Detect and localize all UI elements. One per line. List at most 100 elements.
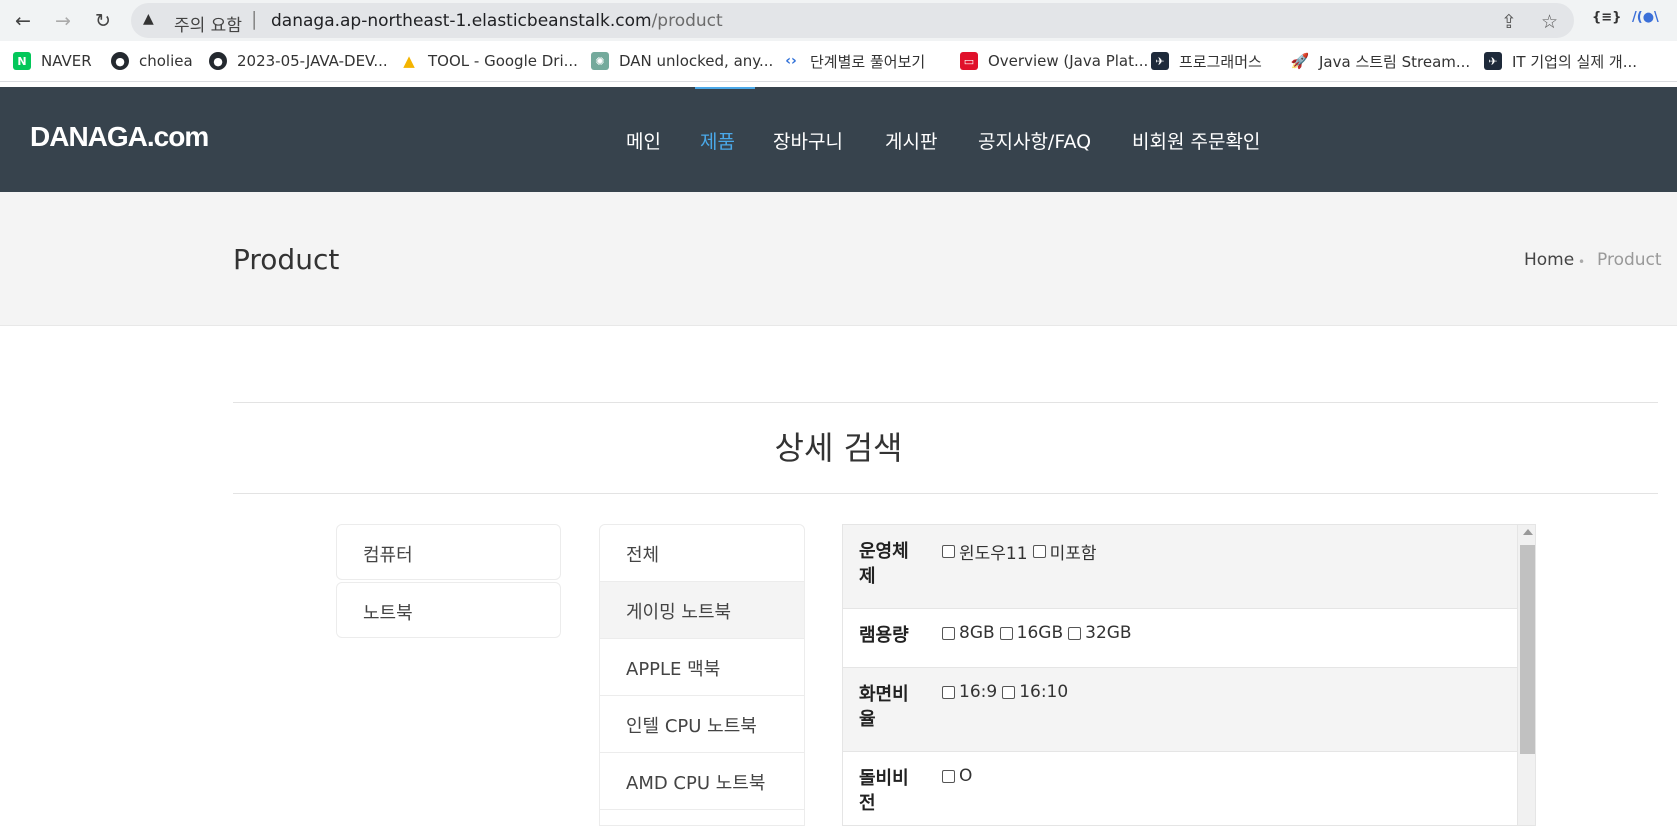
browser-toolbar: ← → ↻ ▲ 주의 요함 | danaga.ap-northeast-1.el… (0, 0, 1677, 41)
scroll-up-icon[interactable] (1523, 529, 1533, 535)
menu-main[interactable]: 메인 (626, 127, 661, 154)
option-label: 32GB (1085, 623, 1132, 643)
bookmark-chatgpt[interactable]: ✺ DAN unlocked, any... (591, 51, 773, 71)
bookmark-programmers[interactable]: ✈ 프로그래머스 (1151, 51, 1262, 71)
scroll-thumb[interactable] (1520, 545, 1535, 754)
breadcrumb-home[interactable]: Home (1524, 250, 1574, 270)
page-title: Product (233, 243, 340, 276)
warning-icon[interactable]: ▲ (143, 11, 154, 27)
bookmark-label: 2023-05-JAVA-DEV... (237, 52, 388, 70)
filter-row-dolby-vision: 돌비비전 O (843, 752, 1517, 825)
bookmark-label: 단계별로 풀어보기 (810, 52, 926, 71)
menu-notice-faq[interactable]: 공지사항/FAQ (978, 127, 1091, 154)
url-path: /product (651, 11, 723, 31)
checkbox[interactable] (1032, 545, 1046, 558)
filter-label: 돌비비전 (859, 768, 909, 814)
filter-row-os: 운영체제 윈도우11 미포함 (843, 525, 1517, 609)
back-icon[interactable]: ← (10, 8, 36, 34)
bookmark-google-drive[interactable]: ▲ TOOL - Google Dri... (400, 51, 578, 71)
breadcrumb-current: Product (1597, 250, 1662, 270)
bookmark-java-docs[interactable]: ▭ Overview (Java Plat... (960, 51, 1148, 71)
checkbox[interactable] (942, 545, 955, 558)
option-label: O (959, 766, 973, 786)
star-icon[interactable]: ☆ (1541, 11, 1558, 33)
extension-json-icon[interactable]: {≡} (1592, 10, 1621, 25)
security-label[interactable]: 주의 요함 (174, 11, 242, 36)
category-notebook[interactable]: 노트북 (336, 582, 561, 638)
bookmark-label: 프로그래머스 (1179, 52, 1262, 71)
bookmark-label: choliea (139, 52, 193, 70)
programmers-icon: ✈ (1484, 52, 1502, 70)
bookmark-baekjoon[interactable]: ‹› 단계별로 풀어보기 (782, 51, 925, 71)
page-title-band: Product Home • Product (0, 192, 1677, 326)
share-icon[interactable]: ⇪ (1501, 11, 1517, 33)
url-text[interactable]: danaga.ap-northeast-1.elasticbeanstalk.c… (271, 11, 723, 31)
checkbox[interactable] (942, 626, 955, 640)
bookmark-label: Java 스트림 Stream... (1319, 52, 1471, 71)
subcategory-all[interactable]: 전체 (600, 525, 804, 582)
checkbox[interactable] (1068, 626, 1082, 640)
forward-icon[interactable]: → (50, 8, 76, 34)
code-icon: ‹› (785, 53, 797, 69)
menu-board[interactable]: 게시판 (885, 127, 937, 154)
programmers-icon: ✈ (1151, 52, 1169, 70)
checkbox[interactable] (942, 769, 955, 783)
option-label: 윈도우11 (959, 544, 1028, 564)
url-separator: | (251, 8, 258, 30)
filter-options: 윈도우11 미포함 (942, 539, 1101, 564)
filter-row-aspect-ratio: 화면비율 16:9 16:10 (843, 668, 1517, 752)
active-menu-indicator (695, 87, 755, 89)
naver-icon: N (13, 52, 31, 70)
menu-cart[interactable]: 장바구니 (773, 127, 843, 154)
option-label: 8GB (959, 623, 995, 643)
subcategory-gaming-notebook[interactable]: 게이밍 노트북 (600, 582, 804, 639)
github-icon: ● (111, 52, 129, 70)
subcategory-intel-cpu[interactable]: 인텔 CPU 노트북 (600, 696, 804, 753)
github-icon: ● (209, 52, 227, 70)
filter-label: 운영체제 (859, 541, 909, 587)
filter-row-ram: 램용량 8GB 16GB 32GB (843, 609, 1517, 668)
bookmark-label: NAVER (41, 52, 92, 70)
site-logo[interactable]: DANAGA.com (30, 121, 209, 153)
reload-icon[interactable]: ↻ (90, 8, 116, 34)
bookmark-label: Overview (Java Plat... (988, 52, 1149, 70)
option-label: 16GB (1016, 623, 1064, 643)
rocket-icon: 🚀 (1290, 52, 1310, 70)
bookmark-it-company[interactable]: ✈ IT 기업의 실제 개... (1484, 51, 1637, 71)
subcategory-list: 전체 게이밍 노트북 APPLE 맥북 인텔 CPU 노트북 AMD CPU 노… (599, 524, 805, 826)
bookmark-naver[interactable]: N NAVER (13, 51, 92, 71)
category-computer[interactable]: 컴퓨터 (336, 524, 561, 580)
chatgpt-icon: ✺ (591, 52, 609, 70)
bookmark-label: TOOL - Google Dri... (428, 52, 578, 70)
menu-guest-order[interactable]: 비회원 주문확인 (1132, 127, 1260, 154)
filter-label: 화면비율 (859, 684, 909, 730)
filter-options: 16:9 16:10 (942, 682, 1073, 702)
site-header: DANAGA.com 메인 제품 장바구니 게시판 공지사항/FAQ 비회원 주… (0, 87, 1677, 192)
divider-bottom (233, 493, 1658, 494)
filter-options: O (942, 766, 977, 786)
google-drive-icon: ▲ (403, 52, 415, 70)
bookmark-java-dev[interactable]: ● 2023-05-JAVA-DEV... (209, 51, 388, 71)
bookmark-label: DAN unlocked, any... (619, 52, 774, 70)
bookmark-choliea[interactable]: ● choliea (111, 51, 193, 71)
section-title: 상세 검색 (774, 429, 903, 467)
menu-product[interactable]: 제품 (700, 127, 735, 154)
address-bar[interactable]: ▲ 주의 요함 | danaga.ap-northeast-1.elasticb… (131, 3, 1574, 38)
extension-icon[interactable]: /(●\ (1632, 10, 1659, 25)
filter-scrollbar[interactable] (1517, 525, 1535, 825)
subcategory-amd-cpu[interactable]: AMD CPU 노트북 (600, 753, 804, 810)
oracle-icon: ▭ (960, 52, 978, 70)
bookmark-label: IT 기업의 실제 개... (1512, 52, 1637, 71)
filter-label: 램용량 (859, 625, 909, 646)
subcategory-apple-macbook[interactable]: APPLE 맥북 (600, 639, 804, 696)
checkbox[interactable] (942, 685, 955, 699)
option-label: 미포함 (1049, 544, 1097, 564)
bookmarks-bar: N NAVER ● choliea ● 2023-05-JAVA-DEV... ▲ TO… (0, 41, 1677, 82)
filter-panel[interactable]: 운영체제 윈도우11 미포함 램용량 8GB 16GB 32GB 화면비율 16… (842, 524, 1536, 826)
divider-top (233, 402, 1658, 403)
bookmark-java-stream[interactable]: 🚀 Java 스트림 Stream... (1290, 51, 1471, 71)
checkbox[interactable] (999, 626, 1013, 640)
filter-options: 8GB 16GB 32GB (942, 623, 1137, 643)
checkbox[interactable] (1002, 685, 1016, 699)
option-label: 16:10 (1019, 682, 1069, 702)
